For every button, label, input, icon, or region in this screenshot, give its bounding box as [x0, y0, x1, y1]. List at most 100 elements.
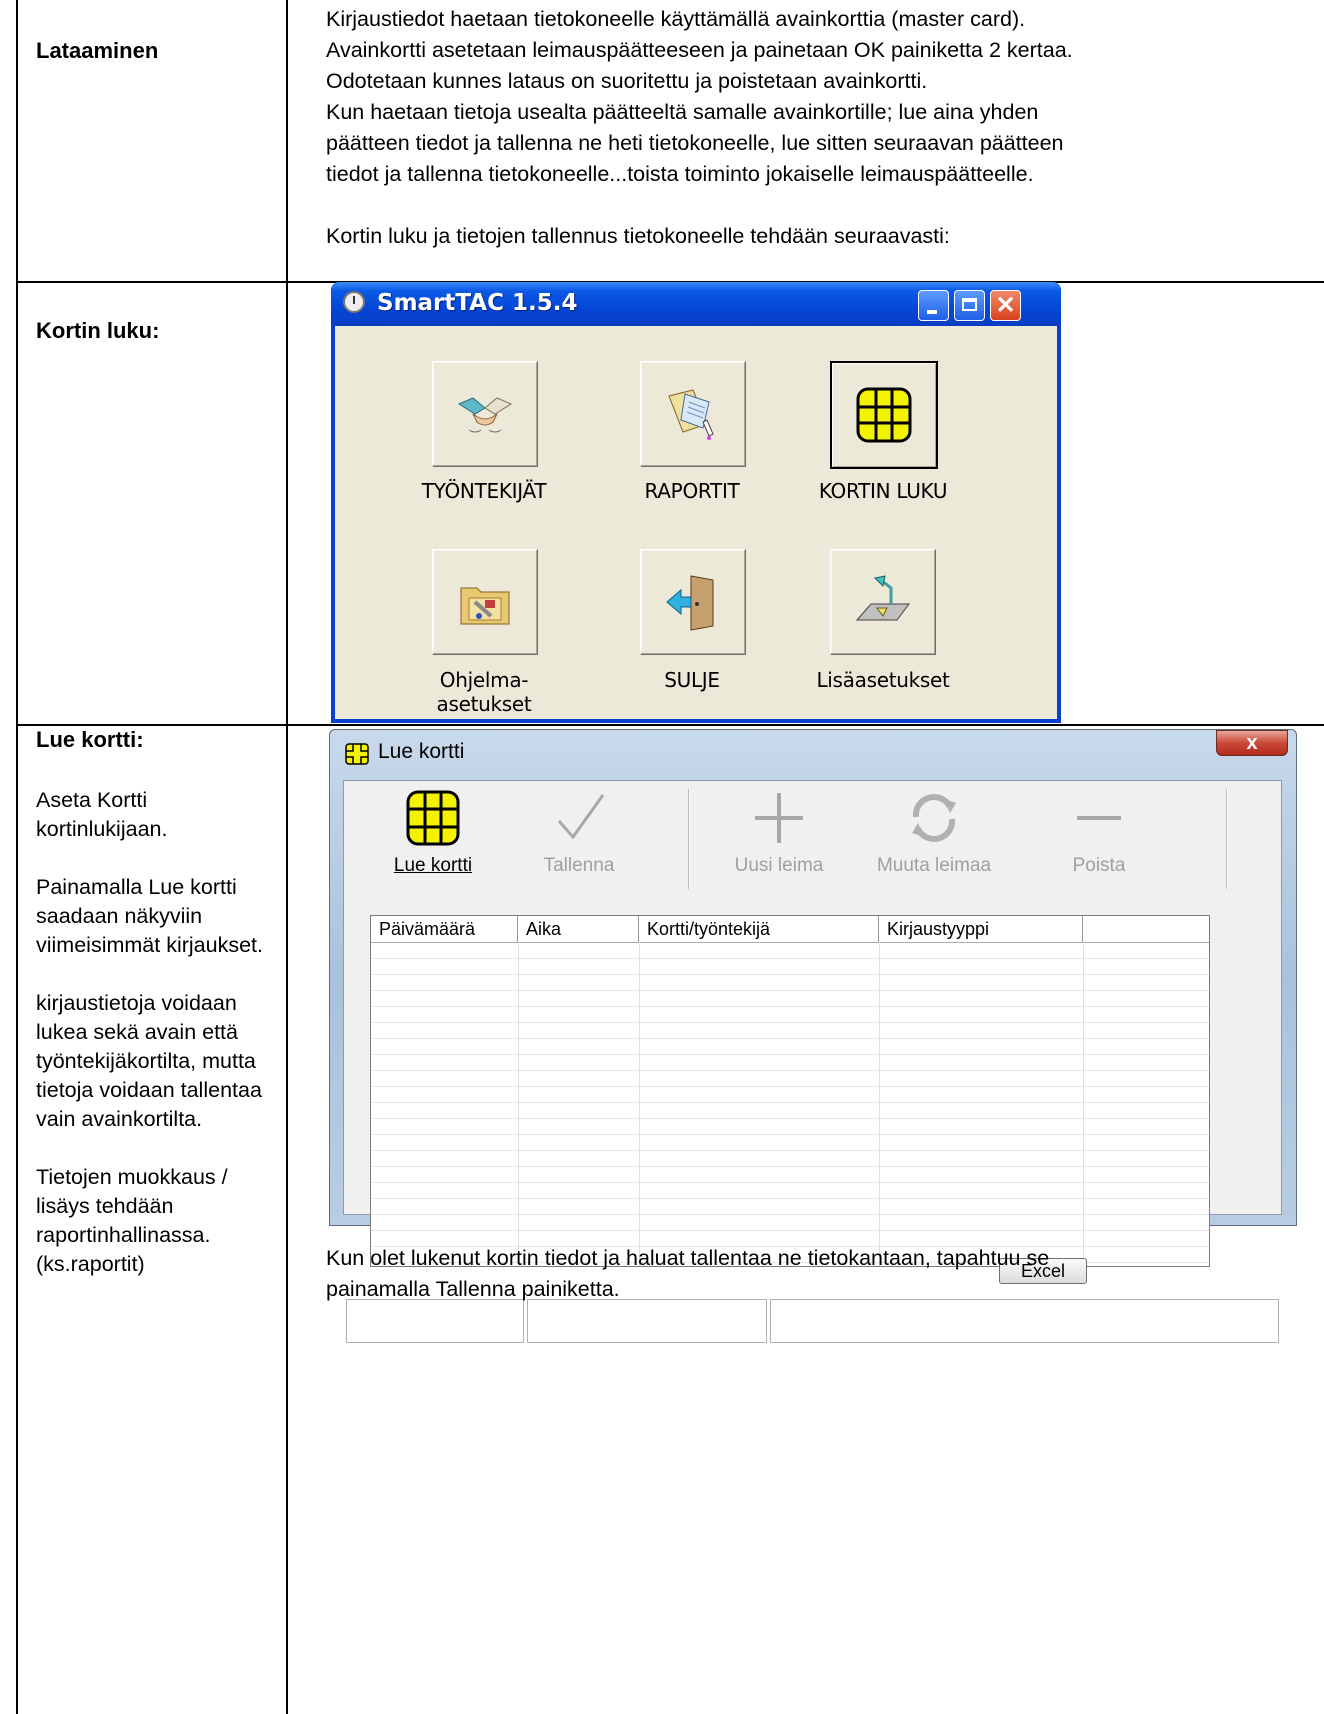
lue-kortti-toolbar-label: Lue kortti	[393, 855, 473, 876]
column-header-aika[interactable]: Aika	[518, 916, 639, 942]
text-line: tiedot ja tallenna tietokoneelle...toist…	[326, 162, 1034, 186]
table-row-line	[371, 1006, 1209, 1007]
lisaasetukset-button[interactable]	[830, 549, 936, 655]
smarttac-title: SmartTAC 1.5.4	[377, 290, 578, 316]
raportit-button[interactable]	[640, 361, 746, 467]
lisaasetukset-label: Lisäasetukset	[816, 668, 950, 692]
row-label-lataaminen: Lataaminen	[36, 38, 159, 63]
smarttac-window: SmartTAC 1.5.4 ✕ TYÖNTEKIJÄT RAPORTIT KO…	[331, 282, 1061, 723]
uusi-leima-label: Uusi leima	[734, 855, 824, 876]
table-row-line	[371, 1166, 1209, 1167]
lataaminen-paragraph: Kirjaustiedot haetaan tietokoneelle käyt…	[326, 4, 1073, 252]
smartcard-chip-icon	[345, 743, 369, 765]
table-row-line	[371, 958, 1209, 959]
close-button[interactable]: ✕	[990, 290, 1021, 321]
table-row-line	[371, 1054, 1209, 1055]
table-row-line	[371, 1182, 1209, 1183]
close-icon: ✕	[995, 292, 1016, 319]
row-label-lue-kortti: Lue kortti:	[36, 727, 144, 752]
text-line: Kortin luku ja tietojen tallennus tietok…	[326, 224, 950, 248]
smarttac-body: TYÖNTEKIJÄT RAPORTIT KORTIN LUKU Ohjelma…	[335, 326, 1057, 719]
toolbar-separator	[1226, 789, 1227, 889]
ohjelma-asetukset-label: Ohjelma-asetukset	[436, 668, 532, 716]
text-line: Kirjaustiedot haetaan tietokoneelle käyt…	[326, 7, 1026, 31]
poista-button[interactable]: Poista	[1024, 781, 1174, 891]
instruction-paragraph: Aseta Kortti kortinlukijaan.	[36, 788, 168, 841]
clock-icon	[343, 291, 365, 313]
tallenna-button[interactable]: Tallenna	[504, 781, 654, 891]
table-row-line	[371, 1102, 1209, 1103]
report-folder-icon	[668, 389, 714, 440]
table-row-line	[371, 1022, 1209, 1023]
table-row-line	[371, 1118, 1209, 1119]
table-row-line	[371, 1134, 1209, 1135]
status-panel	[346, 1299, 524, 1343]
smarttac-titlebar[interactable]: SmartTAC 1.5.4 ✕	[331, 282, 1061, 326]
checkmark-icon	[557, 794, 605, 840]
status-bar	[344, 1299, 1281, 1347]
table-column-divider	[286, 0, 288, 1714]
status-panel	[527, 1299, 767, 1343]
raportit-label: RAPORTIT	[644, 479, 740, 503]
instruction-paragraph: kirjaustietoja voidaan lukea sekä avain …	[36, 991, 262, 1131]
kortin-luku-button[interactable]	[830, 361, 938, 469]
lue-kortti-instructions: Aseta Kortti kortinlukijaan. Painamalla …	[36, 786, 266, 1308]
poista-label: Poista	[1072, 855, 1126, 876]
column-header-empty[interactable]	[1083, 916, 1209, 942]
instruction-paragraph: Tietojen muokkaus / lisäys tehdään rapor…	[36, 1165, 228, 1276]
close-button[interactable]: x	[1216, 730, 1288, 756]
table-column-line	[879, 942, 880, 1266]
sulje-label: SULJE	[664, 668, 720, 692]
table-row-line	[371, 1230, 1209, 1231]
column-header-kortti-tyontekija[interactable]: Kortti/työntekijä	[639, 916, 879, 942]
table-header: Päivämäärä Aika Kortti/työntekijä Kirjau…	[371, 916, 1209, 943]
handshake-icon	[457, 397, 513, 433]
tyontekijat-label: TYÖNTEKIJÄT	[421, 479, 547, 503]
column-header-kirjaustyyppi[interactable]: Kirjaustyyppi	[879, 916, 1083, 942]
table-row-line	[371, 974, 1209, 975]
maximize-button[interactable]	[954, 290, 985, 321]
table-row-line	[371, 990, 1209, 991]
lue-kortti-title: Lue kortti	[378, 740, 465, 763]
table-left-border	[16, 0, 18, 1714]
text-line: Odotetaan kunnes lataus on suoritettu ja…	[326, 69, 928, 93]
table-row-line	[371, 1038, 1209, 1039]
table-column-line	[518, 942, 519, 1266]
table-row-divider-2	[16, 724, 1324, 726]
table-column-line	[639, 942, 640, 1266]
text-line: päätteen tiedot ja tallenna ne heti tiet…	[326, 131, 1064, 155]
minus-icon	[1077, 816, 1121, 820]
text-line: Kun olet lukenut kortin tiedot ja haluat…	[326, 1246, 1050, 1270]
exit-door-icon	[666, 575, 714, 631]
lue-kortti-window: Lue kortti x Lue kortti Tallenna Uusi le…	[329, 729, 1297, 1343]
table-row-line	[371, 1070, 1209, 1071]
refresh-icon	[912, 794, 956, 842]
table-column-line	[1083, 942, 1084, 1266]
smartcard-chip-icon	[406, 790, 460, 846]
minimize-button[interactable]	[918, 290, 949, 321]
ohjelma-asetukset-button[interactable]	[432, 549, 538, 655]
lue-kortti-client: Lue kortti Tallenna Uusi leima Muuta lei…	[343, 780, 1282, 1343]
instruction-paragraph: Painamalla Lue kortti saadaan näkyviin v…	[36, 875, 263, 957]
text-line: painamalla Tallenna painiketta.	[326, 1277, 620, 1301]
row-label-kortin-luku: Kortin luku:	[36, 318, 160, 343]
table-row-line	[371, 1214, 1209, 1215]
muuta-leimaa-button[interactable]: Muuta leimaa	[859, 781, 1009, 891]
kirjaus-table[interactable]: Päivämäärä Aika Kortti/työntekijä Kirjau…	[370, 915, 1210, 1267]
settings-folder-icon	[460, 587, 510, 625]
uusi-leima-button[interactable]: Uusi leima	[704, 781, 854, 891]
table-row-line	[371, 1086, 1209, 1087]
toolbar-separator	[688, 789, 689, 889]
kortin-luku-label: KORTIN LUKU	[818, 479, 948, 503]
desk-lamp-icon	[855, 575, 910, 621]
tyontekijat-button[interactable]	[432, 361, 538, 467]
close-icon: x	[1246, 732, 1258, 754]
smartcard-chip-icon	[856, 387, 912, 443]
text-line-blank	[326, 190, 1073, 221]
muuta-leimaa-label: Muuta leimaa	[876, 855, 992, 876]
column-header-paivamaara[interactable]: Päivämäärä	[371, 916, 518, 942]
sulje-button[interactable]	[640, 549, 746, 655]
table-row-line	[371, 1198, 1209, 1199]
lue-kortti-toolbar-button[interactable]: Lue kortti	[358, 781, 508, 891]
table-row-line	[371, 1150, 1209, 1151]
